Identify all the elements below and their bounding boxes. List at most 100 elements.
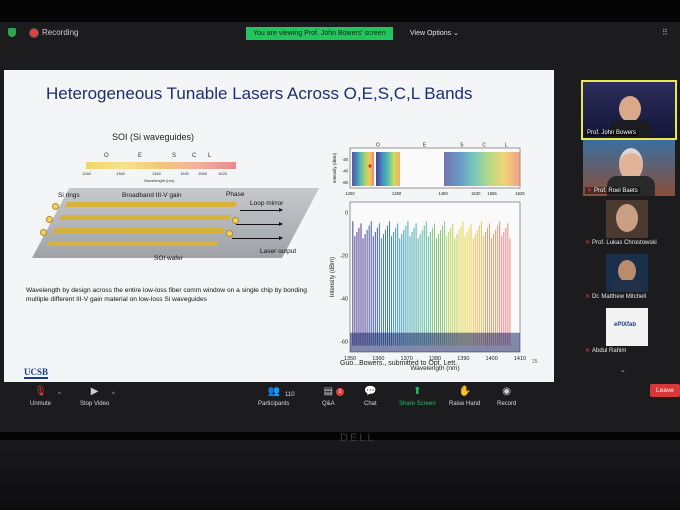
top-x-tick: 1625	[515, 191, 525, 196]
shared-slide: Heterogeneous Tunable Lasers Across O,E,…	[4, 70, 554, 382]
participant-face	[619, 96, 641, 122]
stop-video-button[interactable]: ▶ Stop Video	[80, 386, 109, 407]
gain-waveguide	[46, 241, 220, 246]
slide-title: Heterogeneous Tunable Lasers Across O,E,…	[46, 84, 473, 103]
gain-label: Broadband III-V gain	[122, 192, 182, 199]
participant-name: Prof. John Bowers	[585, 130, 639, 136]
band-axis-label: Wavelength (nm)	[144, 178, 175, 183]
participant-label-matthew: ✕ Dr. Matthew Mitchell	[585, 293, 646, 300]
top-x-tick: 1360	[392, 191, 402, 196]
leave-button[interactable]: Leave	[650, 384, 680, 397]
view-options-button[interactable]: View Options ⌄	[410, 29, 459, 37]
output-arrow	[240, 208, 283, 212]
participant-label-abdul: ✕ Abdul Rahim	[585, 347, 626, 354]
top-band-label: C	[482, 143, 486, 149]
top-x-tick: 1260	[345, 191, 355, 196]
bottom-x-tick: 1360	[372, 356, 384, 362]
top-y-label: Intensity (dBm)	[332, 152, 337, 183]
marker-dot	[368, 164, 372, 168]
bottom-y-tick: -60	[340, 339, 348, 345]
raise-hand-button[interactable]: ✋ Raise Hand	[449, 386, 480, 407]
top-band-label: O	[376, 143, 380, 149]
participant-face	[616, 204, 638, 232]
top-band-label: L	[505, 143, 508, 149]
bottom-y-label: Intensity (dBm)	[330, 257, 336, 297]
shield-icon	[8, 28, 16, 37]
noise-floor	[350, 332, 520, 352]
band-tick: 1260	[82, 171, 91, 176]
participant-label-lukas: ✕ Prof. Lukas Chrostowski	[585, 239, 657, 246]
loop-mirror-label: Loop mirror	[250, 200, 284, 207]
participant-video-lukas[interactable]	[606, 200, 648, 238]
phase-label: Phase	[226, 191, 245, 198]
muted-mic-icon: ✕	[585, 240, 591, 246]
bottom-y-tick: -40	[340, 296, 348, 302]
spectrum-charts: 1260 1360 1460 1530 1565 1625 -20 -40 -60 O E S C L In…	[330, 143, 526, 373]
ucsb-logo: UCSB	[24, 367, 49, 379]
chevron-down-icon[interactable]: ⌄	[620, 366, 626, 374]
top-band-label: S	[460, 143, 464, 149]
bottom-x-tick: 1410	[514, 356, 526, 362]
qa-icon: ▤	[323, 386, 334, 397]
bottom-x-tick: 1380	[429, 356, 441, 362]
gain-waveguide	[58, 215, 232, 220]
grid-view-icon[interactable]: ⠿	[662, 28, 668, 37]
bottom-x-label: Wavelength (nm)	[410, 365, 459, 372]
band-tick: 1460	[152, 171, 161, 176]
hand-icon: ✋	[458, 386, 471, 397]
record-dot-icon	[30, 28, 38, 37]
band-tick: 1360	[116, 171, 125, 176]
stop-video-label: Stop Video	[80, 401, 110, 407]
participant-video-matthew[interactable]	[606, 254, 648, 292]
bottom-x-tick: 1370	[401, 356, 413, 362]
qa-button[interactable]: ▤ Q&A	[322, 386, 335, 407]
top-y-tick: -60	[342, 180, 349, 185]
participant-name-text: Prof. Lukas Chrostowski	[592, 240, 657, 246]
bottom-x-tick: 1390	[457, 356, 469, 362]
si-rings-label: Si rings	[58, 192, 80, 199]
share-screen-button[interactable]: ⬆ Share Screen	[399, 386, 436, 407]
laptop-base	[0, 440, 680, 510]
slide-description: Wavelength by design across the entire l…	[26, 287, 307, 303]
loop-mirror-ring	[226, 230, 233, 237]
participant-body	[612, 280, 642, 292]
output-arrow	[236, 222, 283, 226]
chat-button[interactable]: 💬 Chat	[364, 386, 377, 407]
participant-name-text: Dr. Matthew Mitchell	[592, 294, 647, 300]
band-label: L	[208, 153, 212, 159]
unmute-button[interactable]: 🎙 Unmute	[30, 386, 51, 407]
participant-tile-john-bowers[interactable]: Prof. John Bowers	[581, 80, 677, 140]
record-button[interactable]: ◉ Record	[497, 386, 516, 407]
band-label: C	[192, 153, 197, 159]
band-spectrum-e	[376, 152, 400, 186]
video-options-caret[interactable]: ^	[112, 392, 115, 398]
gain-waveguide	[64, 202, 238, 207]
band-color-strip	[86, 162, 236, 169]
participant-name: ✕ Prof. Roel Baets	[585, 187, 640, 194]
share-screen-label: Share Screen	[399, 401, 436, 407]
qa-label: Q&A	[322, 401, 335, 407]
audio-options-caret[interactable]: ^	[58, 392, 61, 398]
laser-output-label: Laser output	[260, 248, 297, 255]
muted-mic-icon: ✕	[587, 188, 593, 194]
recording-label: Recording	[42, 28, 79, 37]
participant-count: 110	[285, 392, 295, 398]
qa-notification-badge: 2	[336, 388, 344, 396]
bottom-y-tick: -20	[340, 254, 348, 260]
top-x-tick: 1460	[438, 191, 448, 196]
raise-hand-label: Raise Hand	[449, 401, 481, 407]
top-y-tick: -40	[342, 168, 349, 173]
chat-bubble-icon: 💬	[364, 386, 377, 397]
bottom-x-tick: 1400	[486, 356, 498, 362]
muted-mic-icon: ✕	[585, 294, 591, 300]
top-x-tick: 1530	[471, 191, 481, 196]
laptop-brand-logo: DELL	[340, 432, 376, 444]
slide-subtitle: SOI (Si waveguides)	[112, 132, 195, 142]
participant-tile-roel-baets[interactable]: ✕ Prof. Roel Baets	[583, 140, 675, 196]
muted-microphone-icon: 🎙	[34, 386, 47, 397]
participant-video-abdul[interactable]: ePIXfab	[606, 308, 648, 346]
band-tick: 1530	[180, 171, 189, 176]
band-label: S	[172, 153, 177, 159]
bottom-y-tick: 0	[345, 211, 348, 217]
band-label: O	[104, 153, 109, 159]
